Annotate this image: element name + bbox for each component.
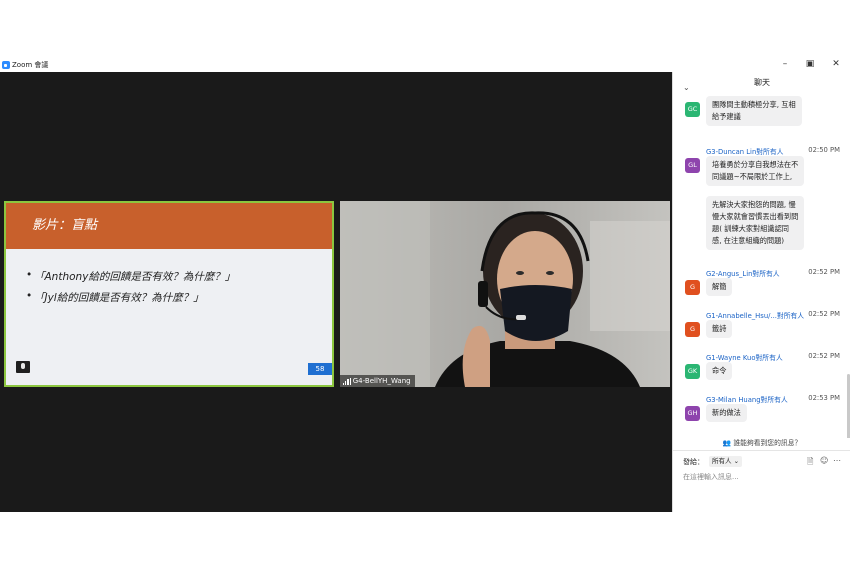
avatar: G bbox=[685, 280, 700, 295]
chat-input[interactable]: 在這裡輸入訊息... bbox=[683, 472, 843, 484]
message-time: 02:50 PM bbox=[808, 146, 840, 154]
message-bubble: 解簡 bbox=[706, 278, 733, 296]
chat-header: ⌄ 聊天 bbox=[673, 72, 850, 92]
chat-panel: ⌄ 聊天 GC 團隊間主動積極分享, 互相 給予建議 G3-Duncan Lin… bbox=[672, 72, 850, 512]
avatar: GK bbox=[685, 364, 700, 379]
minimize-icon[interactable]: – bbox=[778, 59, 792, 69]
slide-bullet: • 「Jyl給的回饋是否有效？為什麼？」 bbox=[26, 290, 204, 304]
app-title: Zoom 會議 bbox=[2, 60, 48, 70]
slide-footer-logo bbox=[16, 375, 76, 381]
avatar: GC bbox=[685, 102, 700, 117]
message-bubble: 新的做法 bbox=[706, 404, 747, 422]
participant-name-label: G4-BellYH_Wang bbox=[340, 375, 415, 387]
message-bubble: 先解決大家抱怨的問題, 慢 慢大家就會習慣丟出看到問 題( 訓練大家對組識認同 … bbox=[706, 196, 805, 250]
message-bubble: 籤詩 bbox=[706, 320, 733, 338]
meeting-area: 影片：盲點 • 「Anthony給的回饋是否有效？為什麼？」 • 「Jyl給的回… bbox=[0, 72, 672, 512]
message-time: 02:52 PM bbox=[808, 310, 840, 318]
sender-name[interactable]: G1-Annabelle_Hsu/...對所有人 bbox=[706, 312, 804, 320]
sender-name[interactable]: G3-Milan Huang對所有人 bbox=[706, 396, 788, 404]
message-meta: G3-Milan Huang對所有人 02:53 PM bbox=[706, 394, 840, 404]
chat-title: 聊天 bbox=[754, 78, 770, 87]
message-meta: G3-Duncan Lin對所有人 02:50 PM bbox=[706, 146, 840, 156]
chevron-down-icon: ⌄ bbox=[733, 457, 740, 465]
message-bubble: 培養勇於分享自我想法在不 同議題~不局限於工作上, bbox=[706, 156, 805, 186]
message-bubble: 團隊間主動積極分享, 互相 給予建議 bbox=[706, 96, 802, 126]
shared-slide-tile[interactable]: 影片：盲點 • 「Anthony給的回饋是否有效？為什麼？」 • 「Jyl給的回… bbox=[4, 201, 334, 387]
message-meta: G2-Angus_Lin對所有人 02:52 PM bbox=[706, 268, 840, 278]
recipient-dropdown[interactable]: 所有人 ⌄ bbox=[709, 456, 743, 467]
avatar: GH bbox=[685, 406, 700, 421]
connection-signal-icon bbox=[343, 377, 351, 385]
sender-name[interactable]: G2-Angus_Lin對所有人 bbox=[706, 270, 780, 278]
people-icon: 👥 bbox=[722, 439, 732, 447]
zoom-logo-icon bbox=[2, 61, 10, 69]
title-bar: Zoom 會議 – ▣ ✕ bbox=[0, 58, 850, 72]
participant-video-tile[interactable]: G4-BellYH_Wang bbox=[340, 201, 670, 387]
window-title: Zoom 會議 bbox=[12, 61, 49, 69]
zoom-window: Zoom 會議 – ▣ ✕ 影片：盲點 • 「Anthony給的回饋是否有效？為… bbox=[0, 58, 850, 512]
send-to-row: 發給： 所有人 ⌄ 🗎 ☺ ⋯ bbox=[683, 456, 843, 468]
who-can-see-link[interactable]: 👥 誰能夠看到您的訊息？ bbox=[673, 436, 850, 450]
page: Zoom 會議 – ▣ ✕ 影片：盲點 • 「Anthony給的回饋是否有效？為… bbox=[0, 0, 850, 570]
message-time: 02:53 PM bbox=[808, 394, 840, 402]
slide-bullet: • 「Anthony給的回饋是否有效？為什麼？」 bbox=[26, 269, 236, 283]
slide-page-number: 58 bbox=[308, 363, 332, 375]
message-bubble: 命令 bbox=[706, 362, 733, 380]
emoji-icon[interactable]: ☺ bbox=[820, 456, 828, 465]
avatar: GL bbox=[685, 158, 700, 173]
close-icon[interactable]: ✕ bbox=[829, 59, 843, 69]
avatar: G bbox=[685, 322, 700, 337]
message-meta: G1-Annabelle_Hsu/...對所有人 02:52 PM bbox=[706, 310, 840, 320]
bullet-dot-icon: • bbox=[26, 290, 33, 302]
message-time: 02:52 PM bbox=[808, 268, 840, 276]
divider bbox=[673, 450, 850, 451]
file-icon[interactable]: 🗎 bbox=[807, 456, 813, 470]
more-icon[interactable]: ⋯ bbox=[833, 456, 841, 465]
microphone-icon bbox=[16, 361, 30, 373]
bullet-dot-icon: • bbox=[26, 269, 33, 281]
slide-title: 影片：盲點 bbox=[6, 203, 332, 249]
sender-name[interactable]: G1-Wayne Kuo對所有人 bbox=[706, 354, 783, 362]
message-time: 02:52 PM bbox=[808, 352, 840, 360]
restore-icon[interactable]: ▣ bbox=[803, 59, 817, 69]
participant-video-feed bbox=[340, 201, 670, 387]
message-meta: G1-Wayne Kuo對所有人 02:52 PM bbox=[706, 352, 840, 362]
send-to-label: 發給： bbox=[683, 458, 704, 466]
sender-name[interactable]: G3-Duncan Lin對所有人 bbox=[706, 148, 783, 156]
chat-message-list[interactable]: GC 團隊間主動積極分享, 互相 給予建議 G3-Duncan Lin對所有人 … bbox=[673, 92, 850, 438]
